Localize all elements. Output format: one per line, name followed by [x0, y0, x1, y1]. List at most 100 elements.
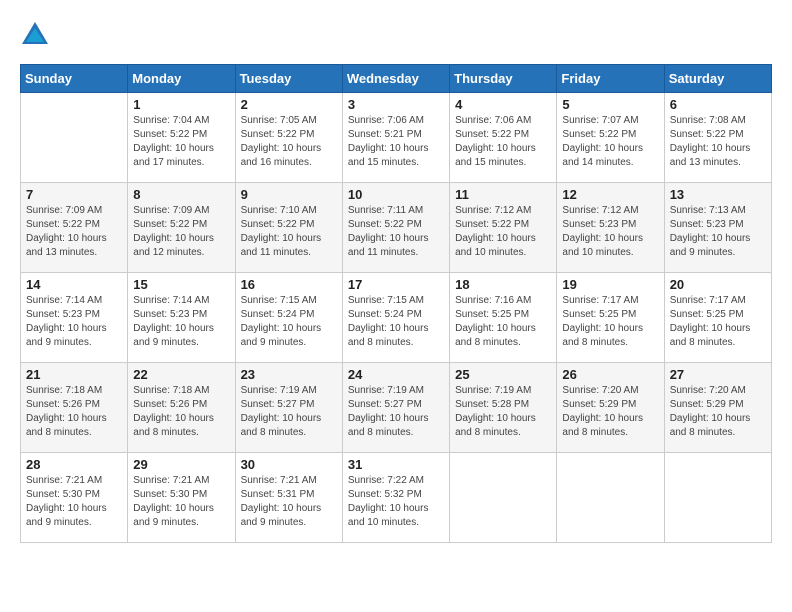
day-info: Sunrise: 7:17 AM Sunset: 5:25 PM Dayligh…: [562, 294, 658, 350]
day-number: 9: [241, 187, 337, 202]
day-info: Sunrise: 7:21 AM Sunset: 5:31 PM Dayligh…: [241, 474, 337, 530]
day-info: Sunrise: 7:14 AM Sunset: 5:23 PM Dayligh…: [133, 294, 229, 350]
day-info: Sunrise: 7:14 AM Sunset: 5:23 PM Dayligh…: [26, 294, 122, 350]
calendar-cell: 14Sunrise: 7:14 AM Sunset: 5:23 PM Dayli…: [21, 273, 128, 363]
weekday-header-wednesday: Wednesday: [342, 65, 449, 93]
day-info: Sunrise: 7:11 AM Sunset: 5:22 PM Dayligh…: [348, 204, 444, 260]
calendar-cell: 2 Sunrise: 7:05 AM Sunset: 5:22 PM Daylig…: [235, 93, 342, 183]
calendar-cell: 9Sunrise: 7:10 AM Sunset: 5:22 PM Daylig…: [235, 183, 342, 273]
day-info: Sunrise: 7:21 AM Sunset: 5:30 PM Dayligh…: [26, 474, 122, 530]
weekday-header-thursday: Thursday: [450, 65, 557, 93]
day-number: 19: [562, 277, 658, 292]
calendar-cell: 23 Sunrise: 7:19 AM Sunset: 5:27 PM Dayli…: [235, 363, 342, 453]
calendar-cell: 28 Sunrise: 7:21 AM Sunset: 5:30 PM Dayli…: [21, 453, 128, 543]
day-number: 26: [562, 367, 658, 382]
day-number: 6: [670, 97, 766, 112]
day-number: 31: [348, 457, 444, 472]
day-number: 24: [348, 367, 444, 382]
weekday-header-saturday: Saturday: [664, 65, 771, 93]
day-info: Sunrise: 7:15 AM Sunset: 5:24 PM Dayligh…: [348, 294, 444, 350]
calendar-body: 1Sunrise: 7:04 AM Sunset: 5:22 PM Daylig…: [21, 93, 772, 543]
day-number: 4: [455, 97, 551, 112]
day-number: 3: [348, 97, 444, 112]
day-number: 28: [26, 457, 122, 472]
calendar-cell: 17 Sunrise: 7:15 AM Sunset: 5:24 PM Dayli…: [342, 273, 449, 363]
logo: [20, 20, 54, 48]
calendar-cell: 13 Sunrise: 7:13 AM Sunset: 5:23 PM Dayli…: [664, 183, 771, 273]
day-info: Sunrise: 7:18 AM Sunset: 5:26 PM Dayligh…: [133, 384, 229, 440]
day-number: 5: [562, 97, 658, 112]
day-info: Sunrise: 7:21 AM Sunset: 5:30 PM Dayligh…: [133, 474, 229, 530]
day-number: 21: [26, 367, 122, 382]
calendar-cell: 20Sunrise: 7:17 AM Sunset: 5:25 PM Dayli…: [664, 273, 771, 363]
calendar-cell: 4 Sunrise: 7:06 AM Sunset: 5:22 PM Daylig…: [450, 93, 557, 183]
day-info: Sunrise: 7:12 AM Sunset: 5:23 PM Dayligh…: [562, 204, 658, 260]
day-number: 7: [26, 187, 122, 202]
weekday-row: SundayMondayTuesdayWednesdayThursdayFrid…: [21, 65, 772, 93]
weekday-header-friday: Friday: [557, 65, 664, 93]
calendar-cell: 1Sunrise: 7:04 AM Sunset: 5:22 PM Daylig…: [128, 93, 235, 183]
day-number: 18: [455, 277, 551, 292]
day-info: Sunrise: 7:04 AM Sunset: 5:22 PM Dayligh…: [133, 114, 229, 170]
calendar-cell: 7 Sunrise: 7:09 AM Sunset: 5:22 PM Daylig…: [21, 183, 128, 273]
day-number: 10: [348, 187, 444, 202]
week-row-1: 1Sunrise: 7:04 AM Sunset: 5:22 PM Daylig…: [21, 93, 772, 183]
calendar-cell: [21, 93, 128, 183]
calendar-cell: 27 Sunrise: 7:20 AM Sunset: 5:29 PM Dayli…: [664, 363, 771, 453]
calendar-cell: [664, 453, 771, 543]
day-info: Sunrise: 7:08 AM Sunset: 5:22 PM Dayligh…: [670, 114, 766, 170]
day-info: Sunrise: 7:12 AM Sunset: 5:22 PM Dayligh…: [455, 204, 551, 260]
calendar-cell: 12 Sunrise: 7:12 AM Sunset: 5:23 PM Dayli…: [557, 183, 664, 273]
calendar-cell: 29 Sunrise: 7:21 AM Sunset: 5:30 PM Dayli…: [128, 453, 235, 543]
calendar-cell: 6 Sunrise: 7:08 AM Sunset: 5:22 PM Daylig…: [664, 93, 771, 183]
weekday-header-monday: Monday: [128, 65, 235, 93]
week-row-3: 14Sunrise: 7:14 AM Sunset: 5:23 PM Dayli…: [21, 273, 772, 363]
week-row-2: 7 Sunrise: 7:09 AM Sunset: 5:22 PM Daylig…: [21, 183, 772, 273]
logo-icon: [20, 20, 50, 48]
day-number: 2: [241, 97, 337, 112]
day-info: Sunrise: 7:19 AM Sunset: 5:28 PM Dayligh…: [455, 384, 551, 440]
day-number: 13: [670, 187, 766, 202]
calendar-cell: 10 Sunrise: 7:11 AM Sunset: 5:22 PM Dayli…: [342, 183, 449, 273]
day-info: Sunrise: 7:19 AM Sunset: 5:27 PM Dayligh…: [348, 384, 444, 440]
day-info: Sunrise: 7:13 AM Sunset: 5:23 PM Dayligh…: [670, 204, 766, 260]
calendar-cell: 3 Sunrise: 7:06 AM Sunset: 5:21 PM Daylig…: [342, 93, 449, 183]
day-number: 30: [241, 457, 337, 472]
day-info: Sunrise: 7:09 AM Sunset: 5:22 PM Dayligh…: [133, 204, 229, 260]
weekday-header-sunday: Sunday: [21, 65, 128, 93]
calendar-cell: 25 Sunrise: 7:19 AM Sunset: 5:28 PM Dayli…: [450, 363, 557, 453]
week-row-5: 28 Sunrise: 7:21 AM Sunset: 5:30 PM Dayli…: [21, 453, 772, 543]
day-number: 8: [133, 187, 229, 202]
day-number: 17: [348, 277, 444, 292]
day-number: 16: [241, 277, 337, 292]
day-info: Sunrise: 7:18 AM Sunset: 5:26 PM Dayligh…: [26, 384, 122, 440]
calendar-table: SundayMondayTuesdayWednesdayThursdayFrid…: [20, 64, 772, 543]
day-info: Sunrise: 7:05 AM Sunset: 5:22 PM Dayligh…: [241, 114, 337, 170]
day-info: Sunrise: 7:19 AM Sunset: 5:27 PM Dayligh…: [241, 384, 337, 440]
day-number: 12: [562, 187, 658, 202]
day-number: 25: [455, 367, 551, 382]
day-info: Sunrise: 7:06 AM Sunset: 5:22 PM Dayligh…: [455, 114, 551, 170]
calendar-cell: 15 Sunrise: 7:14 AM Sunset: 5:23 PM Dayli…: [128, 273, 235, 363]
calendar-cell: 21 Sunrise: 7:18 AM Sunset: 5:26 PM Dayli…: [21, 363, 128, 453]
day-number: 15: [133, 277, 229, 292]
day-number: 23: [241, 367, 337, 382]
day-number: 11: [455, 187, 551, 202]
day-number: 22: [133, 367, 229, 382]
day-info: Sunrise: 7:20 AM Sunset: 5:29 PM Dayligh…: [562, 384, 658, 440]
day-info: Sunrise: 7:22 AM Sunset: 5:32 PM Dayligh…: [348, 474, 444, 530]
calendar-cell: 11 Sunrise: 7:12 AM Sunset: 5:22 PM Dayli…: [450, 183, 557, 273]
calendar-header: SundayMondayTuesdayWednesdayThursdayFrid…: [21, 65, 772, 93]
day-info: Sunrise: 7:20 AM Sunset: 5:29 PM Dayligh…: [670, 384, 766, 440]
day-number: 27: [670, 367, 766, 382]
day-info: Sunrise: 7:09 AM Sunset: 5:22 PM Dayligh…: [26, 204, 122, 260]
calendar-cell: 18 Sunrise: 7:16 AM Sunset: 5:25 PM Dayli…: [450, 273, 557, 363]
day-number: 29: [133, 457, 229, 472]
calendar-cell: 22 Sunrise: 7:18 AM Sunset: 5:26 PM Dayli…: [128, 363, 235, 453]
day-info: Sunrise: 7:15 AM Sunset: 5:24 PM Dayligh…: [241, 294, 337, 350]
calendar-cell: 19 Sunrise: 7:17 AM Sunset: 5:25 PM Dayli…: [557, 273, 664, 363]
day-info: Sunrise: 7:06 AM Sunset: 5:21 PM Dayligh…: [348, 114, 444, 170]
page-header: [20, 20, 772, 48]
day-info: Sunrise: 7:16 AM Sunset: 5:25 PM Dayligh…: [455, 294, 551, 350]
calendar-cell: [557, 453, 664, 543]
